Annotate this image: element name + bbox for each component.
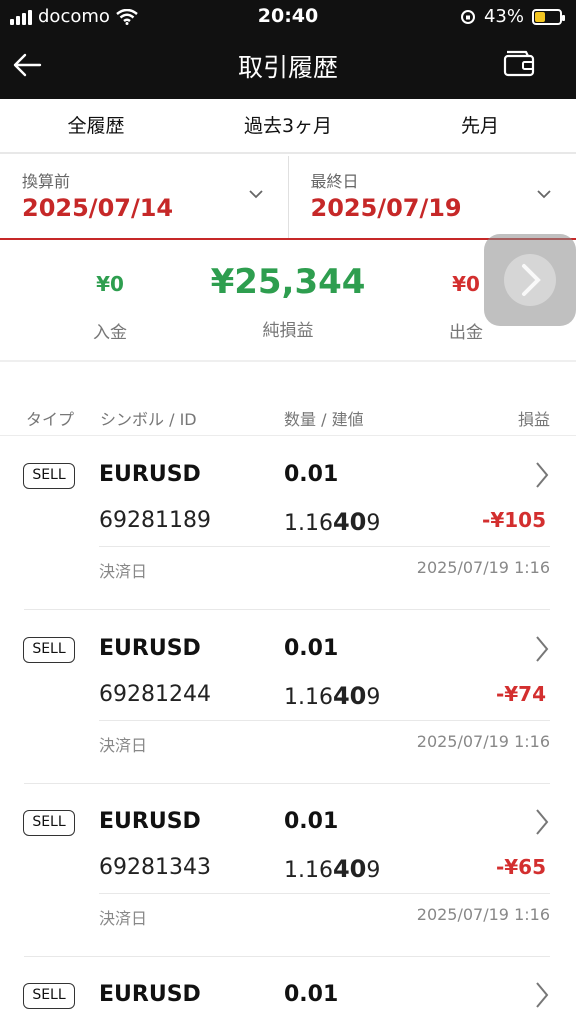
divider bbox=[99, 546, 550, 547]
settle-date-value: 2025/07/19 1:16 bbox=[416, 558, 550, 577]
date-filter: 換算前 2025/07/14 最終日 2025/07/19 bbox=[0, 156, 576, 240]
price-pips: 40 bbox=[332, 855, 367, 883]
deposit-summary: ¥0 入金 bbox=[70, 258, 150, 343]
net-pnl-summary: ¥25,344 純損益 bbox=[188, 258, 388, 341]
chevron-right-icon bbox=[536, 982, 549, 1008]
battery-level bbox=[535, 11, 546, 22]
price-head: 1.16 bbox=[284, 858, 333, 883]
deposit-value: ¥0 bbox=[96, 272, 124, 296]
tab-past-3-months[interactable]: 過去3ヶ月 bbox=[192, 99, 384, 152]
divider bbox=[99, 893, 550, 894]
net-pnl-label: 純損益 bbox=[262, 321, 314, 341]
trade-type-badge: SELL bbox=[23, 637, 75, 663]
price-head: 1.16 bbox=[284, 511, 333, 536]
price-tail: 9 bbox=[366, 511, 381, 536]
nav-bar: 取引履歴 bbox=[0, 32, 576, 99]
trade-price: 1.16409 bbox=[284, 508, 380, 536]
price-pips: 40 bbox=[332, 682, 367, 710]
settle-date-label: 決済日 bbox=[99, 562, 148, 581]
trade-pnl: -¥65 bbox=[495, 855, 546, 879]
col-symbol: シンボル / ID bbox=[100, 410, 197, 429]
trade-id: 69281189 bbox=[99, 508, 211, 533]
deposit-label: 入金 bbox=[93, 323, 127, 343]
orientation-lock-icon bbox=[460, 9, 475, 24]
price-tail: 9 bbox=[366, 685, 381, 710]
chevron-right-icon bbox=[536, 636, 549, 662]
floating-next-button[interactable] bbox=[484, 234, 576, 326]
net-pnl-value: ¥25,344 bbox=[210, 262, 366, 302]
trade-symbol: EURUSD bbox=[99, 982, 201, 1007]
col-qty: 数量 / 建値 bbox=[284, 410, 364, 429]
battery-percent: 43% bbox=[483, 6, 524, 27]
price-pips: 40 bbox=[332, 508, 367, 536]
price-head: 1.16 bbox=[284, 685, 333, 710]
trade-pnl: -¥74 bbox=[495, 682, 546, 706]
wallet-icon[interactable] bbox=[502, 48, 536, 78]
end-date-select[interactable]: 最終日 2025/07/19 bbox=[287, 156, 576, 238]
settle-date-label: 決済日 bbox=[99, 909, 148, 928]
chevron-down-icon bbox=[537, 190, 551, 199]
trade-symbol: EURUSD bbox=[99, 636, 201, 661]
status-bar: docomo 20:40 43% bbox=[0, 0, 576, 32]
trade-table-header: タイプ シンボル / ID 数量 / 建値 損益 bbox=[0, 400, 576, 436]
trade-type-badge: SELL bbox=[23, 810, 75, 836]
trade-quantity: 0.01 bbox=[284, 462, 339, 487]
chevron-right-icon bbox=[504, 254, 556, 306]
trade-quantity: 0.01 bbox=[284, 636, 339, 661]
col-type: タイプ bbox=[26, 410, 75, 429]
trade-id: 69281244 bbox=[99, 682, 211, 707]
chevron-right-icon bbox=[536, 462, 549, 488]
price-tail: 9 bbox=[366, 858, 381, 883]
trade-row[interactable]: SELL EURUSD 0.01 69281189 1.16409 -¥105 … bbox=[0, 436, 576, 610]
trade-type-badge: SELL bbox=[23, 983, 75, 1009]
chevron-down-icon bbox=[248, 190, 263, 199]
period-tabs: 全履歴 過去3ヶ月 先月 bbox=[0, 99, 576, 154]
tab-last-month[interactable]: 先月 bbox=[384, 99, 576, 152]
trade-row[interactable]: SELL EURUSD 0.01 69281244 1.16409 -¥74 決… bbox=[0, 610, 576, 784]
col-pnl: 損益 bbox=[517, 410, 550, 429]
battery-icon bbox=[532, 8, 565, 25]
start-date-select[interactable]: 換算前 2025/07/14 bbox=[0, 156, 288, 238]
trade-pnl: -¥105 bbox=[482, 508, 546, 532]
trade-symbol: EURUSD bbox=[99, 462, 201, 487]
trade-price: 1.16409 bbox=[284, 682, 380, 710]
trade-quantity: 0.01 bbox=[284, 809, 339, 834]
settle-date-label: 決済日 bbox=[99, 736, 148, 755]
trade-row[interactable]: SELL EURUSD 0.01 69281343 1.16409 -¥65 決… bbox=[0, 783, 576, 957]
trade-symbol: EURUSD bbox=[99, 809, 201, 834]
divider bbox=[99, 720, 550, 721]
trade-quantity: 0.01 bbox=[284, 982, 339, 1007]
chevron-right-icon bbox=[536, 809, 549, 835]
settle-date-value: 2025/07/19 1:16 bbox=[416, 905, 550, 924]
trade-type-badge: SELL bbox=[23, 463, 75, 489]
status-right: 43% bbox=[460, 6, 565, 27]
page-title: 取引履歴 bbox=[237, 53, 338, 82]
trade-id: 69281343 bbox=[99, 855, 211, 880]
tab-all-history[interactable]: 全履歴 bbox=[0, 99, 192, 152]
trade-row[interactable]: SELL EURUSD 0.01 bbox=[0, 956, 576, 1024]
settle-date-value: 2025/07/19 1:16 bbox=[416, 732, 550, 751]
trade-price: 1.16409 bbox=[284, 855, 380, 883]
